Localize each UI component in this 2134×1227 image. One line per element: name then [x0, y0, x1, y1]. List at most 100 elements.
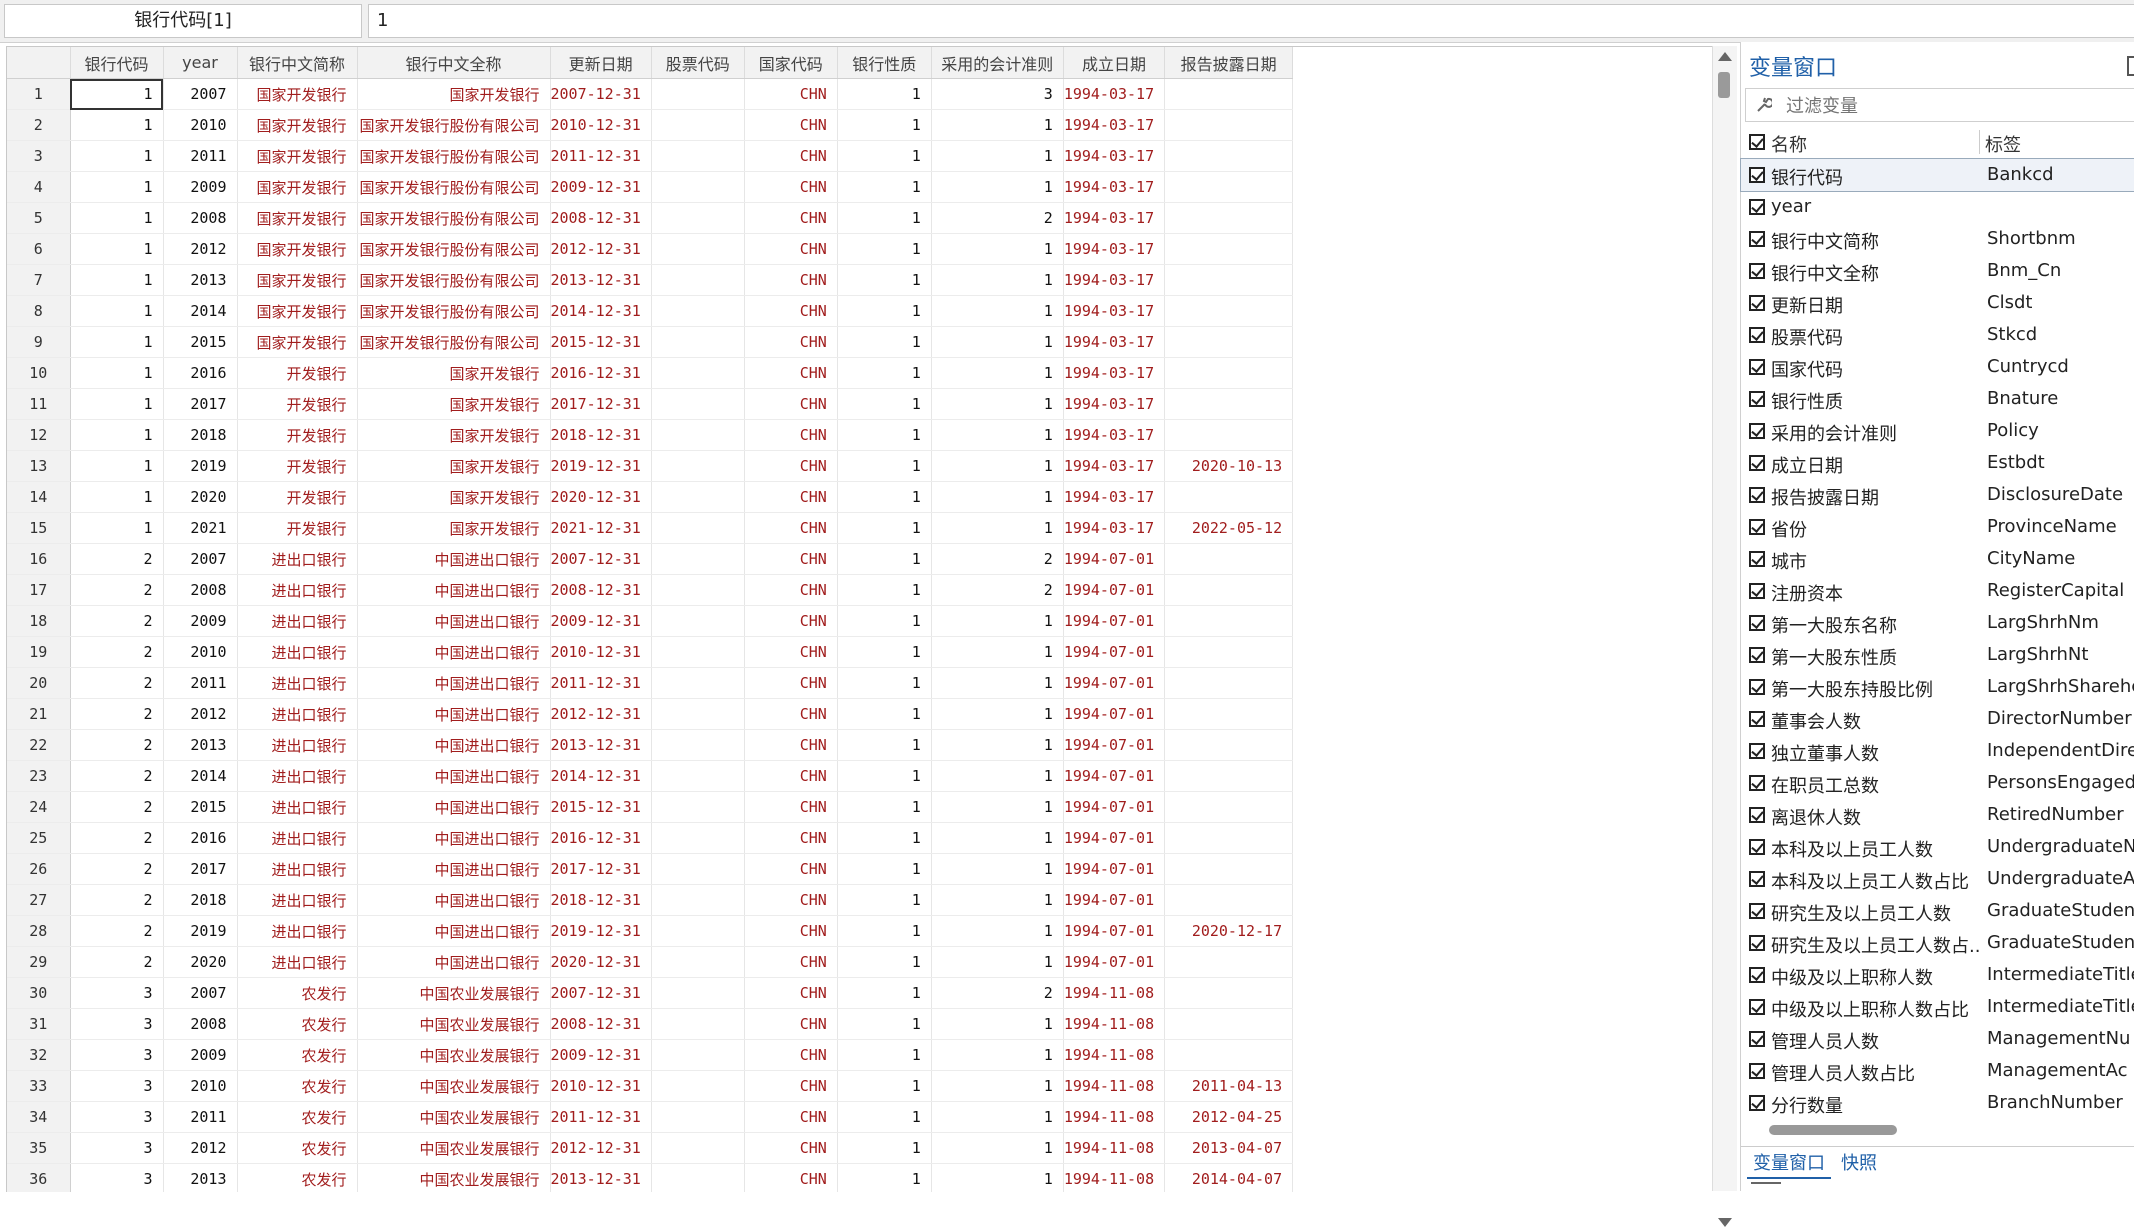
column-header[interactable]: 银行中文简称 — [237, 47, 358, 79]
table-cell[interactable] — [651, 1039, 745, 1071]
table-cell[interactable]: 2013 — [163, 729, 238, 761]
table-cell[interactable]: 2014-12-31 — [550, 760, 652, 792]
variable-checkbox[interactable] — [1749, 391, 1765, 407]
table-cell[interactable]: 国家开发银行 — [237, 326, 358, 358]
variable-checkbox[interactable] — [1749, 1095, 1765, 1111]
table-cell[interactable]: CHN — [744, 140, 838, 172]
table-cell[interactable]: 2008-12-31 — [550, 202, 652, 234]
table-cell[interactable]: 2 — [70, 543, 164, 575]
table-cell[interactable]: 1 — [837, 1101, 932, 1133]
table-cell[interactable]: 2010 — [163, 636, 238, 668]
table-cell[interactable]: 1 — [837, 1008, 932, 1040]
table-cell[interactable]: 国家开发银行 — [357, 357, 551, 389]
variable-checkbox[interactable] — [1749, 231, 1765, 247]
column-header[interactable]: 国家代码 — [744, 47, 838, 79]
table-cell[interactable]: 1 — [837, 419, 932, 451]
row-number[interactable]: 20 — [7, 667, 71, 699]
table-cell[interactable]: 1 — [837, 481, 932, 513]
table-cell[interactable]: 1 — [70, 202, 164, 234]
table-cell[interactable]: 1994-03-17 — [1063, 326, 1166, 358]
table-cell[interactable]: 国家开发银行 — [237, 233, 358, 265]
row-number[interactable]: 3 — [7, 140, 71, 172]
table-cell[interactable] — [1164, 295, 1294, 327]
table-cell[interactable]: 1 — [70, 140, 164, 172]
table-cell[interactable] — [651, 202, 745, 234]
table-cell[interactable]: 1 — [837, 78, 932, 110]
scroll-down-icon[interactable] — [1718, 1218, 1732, 1227]
table-cell[interactable]: 1994-03-17 — [1063, 264, 1166, 296]
table-cell[interactable]: CHN — [744, 1039, 838, 1071]
table-cell[interactable]: 1 — [837, 853, 932, 885]
variable-list-item[interactable]: 研究生及以上员工人数占... GraduateStuden — [1741, 927, 2134, 959]
table-cell[interactable]: 1 — [837, 605, 932, 637]
table-cell[interactable] — [651, 884, 745, 916]
table-cell[interactable]: 1 — [837, 357, 932, 389]
table-cell[interactable]: 1 — [837, 109, 932, 141]
variable-list-item[interactable]: 离退休人数 RetiredNumber — [1741, 799, 2134, 831]
table-cell[interactable]: 1 — [837, 977, 932, 1009]
table-cell[interactable]: 1994-03-17 — [1063, 295, 1166, 327]
row-number[interactable]: 13 — [7, 450, 71, 482]
variable-list-item[interactable]: 独立董事人数 IndependentDire — [1741, 735, 2134, 767]
table-cell[interactable]: 中国进出口银行 — [357, 822, 551, 854]
table-cell[interactable]: 2008 — [163, 202, 238, 234]
table-cell[interactable]: 2 — [70, 915, 164, 947]
wrench-icon[interactable] — [1756, 97, 1772, 113]
table-cell[interactable]: CHN — [744, 822, 838, 854]
table-cell[interactable]: 2011 — [163, 1101, 238, 1133]
table-cell[interactable]: CHN — [744, 1132, 838, 1164]
table-cell[interactable] — [651, 357, 745, 389]
table-cell[interactable]: 2022-05-12 — [1164, 512, 1294, 544]
table-cell[interactable]: 1994-11-08 — [1063, 977, 1166, 1009]
table-cell[interactable]: 国家开发银行 — [357, 512, 551, 544]
table-cell[interactable]: 中国农业发展银行 — [357, 1008, 551, 1040]
table-cell[interactable]: 2012-12-31 — [550, 698, 652, 730]
table-cell[interactable]: 1 — [837, 946, 932, 978]
row-number[interactable]: 35 — [7, 1132, 71, 1164]
variable-list-item[interactable]: 城市 CityName — [1741, 543, 2134, 575]
table-cell[interactable]: 进出口银行 — [237, 853, 358, 885]
table-cell[interactable]: 2007 — [163, 78, 238, 110]
table-cell[interactable] — [1164, 884, 1294, 916]
table-cell[interactable] — [651, 1132, 745, 1164]
variable-checkbox[interactable] — [1749, 1031, 1765, 1047]
table-cell[interactable] — [651, 667, 745, 699]
variable-checkbox[interactable] — [1749, 615, 1765, 631]
table-cell[interactable]: 1 — [70, 326, 164, 358]
table-cell[interactable]: 2 — [931, 977, 1064, 1009]
table-cell[interactable]: 1994-07-01 — [1063, 760, 1166, 792]
table-cell[interactable]: CHN — [744, 1101, 838, 1133]
table-cell[interactable]: 1994-11-08 — [1063, 1070, 1166, 1102]
table-cell[interactable]: 2008-12-31 — [550, 1008, 652, 1040]
variable-list-item[interactable]: 银行中文全称 Bnm_Cn — [1741, 255, 2134, 287]
row-number[interactable]: 33 — [7, 1070, 71, 1102]
table-cell[interactable]: 2011-12-31 — [550, 140, 652, 172]
table-cell[interactable]: 国家开发银行 — [237, 202, 358, 234]
table-cell[interactable]: 1 — [837, 667, 932, 699]
table-cell[interactable]: 开发银行 — [237, 357, 358, 389]
table-cell[interactable] — [1164, 1039, 1294, 1071]
row-number[interactable]: 5 — [7, 202, 71, 234]
table-cell[interactable]: 2 — [70, 853, 164, 885]
table-cell[interactable]: 2009-12-31 — [550, 1039, 652, 1071]
table-cell[interactable]: 中国进出口银行 — [357, 636, 551, 668]
table-cell[interactable]: 1 — [931, 853, 1064, 885]
table-cell[interactable]: 农发行 — [237, 1070, 358, 1102]
row-number[interactable]: 7 — [7, 264, 71, 296]
table-cell[interactable]: 开发银行 — [237, 419, 358, 451]
table-cell[interactable]: 开发银行 — [237, 388, 358, 420]
table-cell[interactable] — [651, 264, 745, 296]
table-cell[interactable]: 1 — [70, 109, 164, 141]
table-cell[interactable]: 2012 — [163, 698, 238, 730]
table-cell[interactable]: 2 — [70, 605, 164, 637]
table-cell[interactable]: 1994-07-01 — [1063, 667, 1166, 699]
row-number[interactable]: 24 — [7, 791, 71, 823]
variable-checkbox[interactable] — [1749, 583, 1765, 599]
row-number[interactable]: 18 — [7, 605, 71, 637]
table-cell[interactable]: 1 — [931, 450, 1064, 482]
label-column-header[interactable]: 标签 — [1985, 131, 2021, 157]
table-cell[interactable]: 国家开发银行股份有限公司 — [357, 264, 551, 296]
table-cell[interactable]: 中国农业发展银行 — [357, 1070, 551, 1102]
table-cell[interactable]: 1 — [837, 388, 932, 420]
name-column-header[interactable]: 名称 — [1771, 131, 1807, 157]
